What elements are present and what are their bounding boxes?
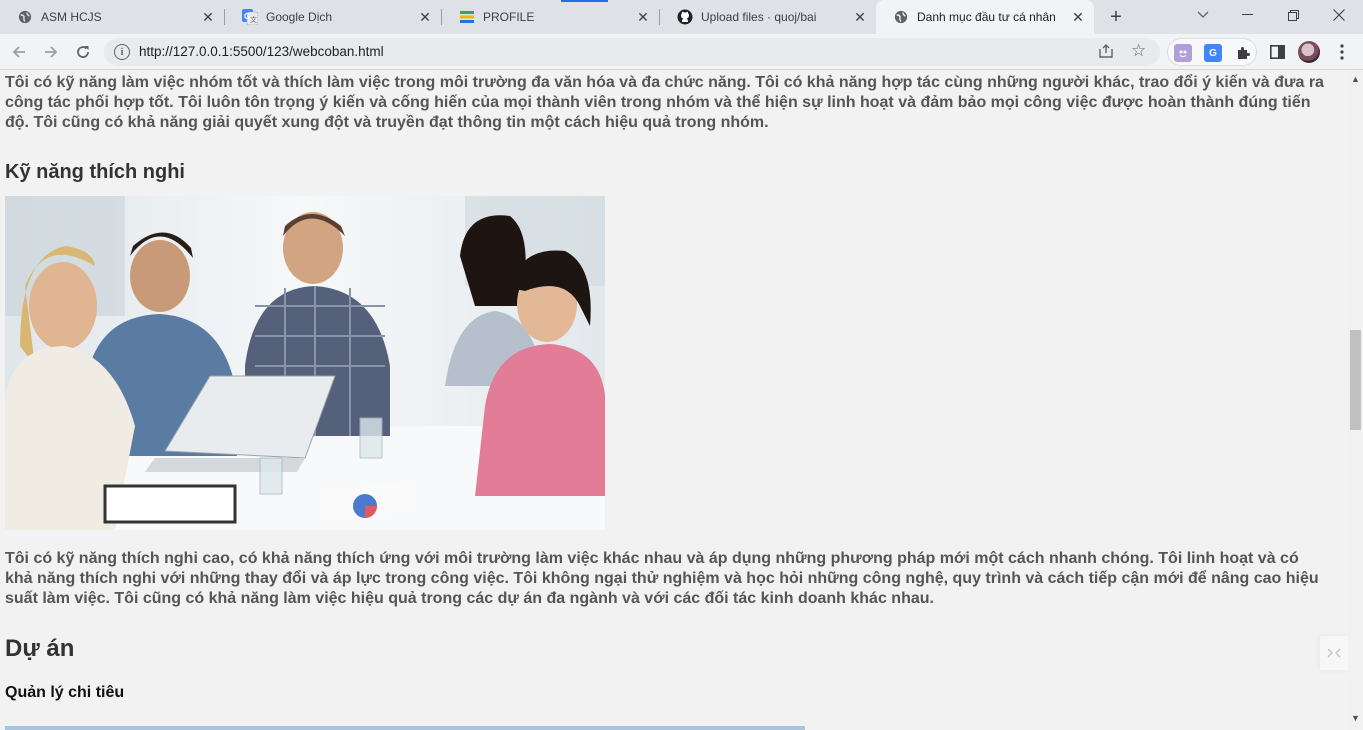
restore-button[interactable] [1270, 0, 1316, 30]
share-icon[interactable] [1098, 43, 1114, 62]
arrow-left-icon [12, 46, 25, 58]
side-panel-icon [1269, 45, 1285, 59]
minimize-icon [1241, 14, 1253, 15]
google-translate-extension-icon[interactable]: G [1204, 44, 1222, 62]
globe-icon [17, 9, 33, 25]
close-tab-icon[interactable]: ✕ [200, 9, 216, 25]
scroll-up-arrow-icon[interactable]: ▲ [1351, 74, 1360, 84]
projects-heading: Dự án [5, 635, 75, 662]
tab-title: Danh mục đầu tư cá nhân [917, 10, 1056, 24]
adaptability-paragraph: Tôi có kỹ năng thích nghi cao, có khả nă… [5, 550, 1319, 607]
close-tab-icon[interactable]: ✕ [417, 9, 433, 25]
tab-strip: ASM HCJS ✕ G文 Google Dịch ✕ PROFILE ✕ Up… [0, 0, 1363, 34]
globe-icon [893, 9, 909, 25]
scrollbar-thumb[interactable] [1350, 330, 1361, 430]
project-image-top-edge [5, 726, 805, 730]
tab-search-button[interactable] [1180, 0, 1226, 30]
tab-google-dich[interactable]: G文 Google Dịch ✕ [225, 0, 441, 34]
github-icon [677, 9, 693, 25]
back-button[interactable] [5, 38, 33, 66]
url-text[interactable]: http://127.0.0.1:5500/123/webcoban.html [139, 44, 384, 59]
tab-loading-indicator [561, 0, 608, 2]
reload-button[interactable] [69, 38, 97, 66]
site-info-icon[interactable]: i [114, 44, 130, 60]
reload-icon [77, 46, 89, 58]
scroll-down-arrow-icon[interactable]: ▼ [1351, 713, 1360, 723]
tab-title: PROFILE [483, 10, 535, 24]
adaptability-heading: Kỹ năng thích nghi [5, 161, 185, 183]
close-window-button[interactable] [1316, 0, 1362, 30]
close-icon [1333, 9, 1345, 21]
extensions-group: G [1167, 38, 1257, 66]
extension-purple-icon[interactable] [1174, 44, 1192, 62]
bookmark-star-icon[interactable]: ☆ [1131, 41, 1146, 61]
close-tab-icon[interactable]: ✕ [1070, 9, 1086, 25]
menu-button[interactable] [1332, 42, 1352, 62]
google-translate-icon: G文 [242, 9, 258, 25]
team-meeting-photo [5, 196, 605, 530]
profile-avatar[interactable] [1298, 41, 1320, 63]
chevron-down-icon [1197, 11, 1209, 18]
tab-title: Upload files · quoj/bai [701, 10, 817, 24]
svg-text:文: 文 [250, 15, 257, 24]
more-vertical-icon [1340, 44, 1344, 60]
restore-icon [1287, 9, 1299, 21]
close-tab-icon[interactable]: ✕ [635, 9, 651, 25]
vertical-scrollbar[interactable]: ▲ ▼ [1348, 70, 1363, 730]
arrow-right-icon [45, 46, 58, 58]
forward-button[interactable] [37, 38, 65, 66]
side-panel-button[interactable] [1267, 42, 1287, 62]
teamwork-paragraph: Tôi có kỹ năng làm việc nhóm tốt và thíc… [5, 74, 1324, 131]
extensions-puzzle-icon[interactable] [1234, 44, 1252, 62]
new-tab-button[interactable]: + [1104, 6, 1128, 28]
tab-github-upload[interactable]: Upload files · quoj/bai ✕ [660, 0, 876, 34]
tab-asm-hcjs[interactable]: ASM HCJS ✕ [0, 0, 224, 34]
page-viewport: Tôi có kỹ năng làm việc nhóm tốt và thíc… [0, 70, 1348, 730]
minimize-button[interactable] [1224, 0, 1270, 30]
address-bar[interactable]: i http://127.0.0.1:5500/123/webcoban.htm… [104, 38, 1160, 66]
tab-title: Google Dịch [266, 10, 333, 24]
tab-danh-muc-dau-tu[interactable]: Danh mục đầu tư cá nhân ✕ [876, 0, 1094, 34]
browser-window: ASM HCJS ✕ G文 Google Dịch ✕ PROFILE ✕ Up… [0, 0, 1363, 730]
tab-profile[interactable]: PROFILE ✕ [442, 0, 659, 34]
project-title: Quản lý chi tiêu [5, 684, 125, 701]
profile-logo-icon [459, 9, 475, 25]
close-tab-icon[interactable]: ✕ [852, 9, 868, 25]
floating-widget-button[interactable] [1320, 636, 1348, 670]
chevrons-icon [1327, 648, 1341, 658]
tab-title: ASM HCJS [41, 10, 102, 24]
browser-toolbar: i http://127.0.0.1:5500/123/webcoban.htm… [0, 34, 1363, 70]
